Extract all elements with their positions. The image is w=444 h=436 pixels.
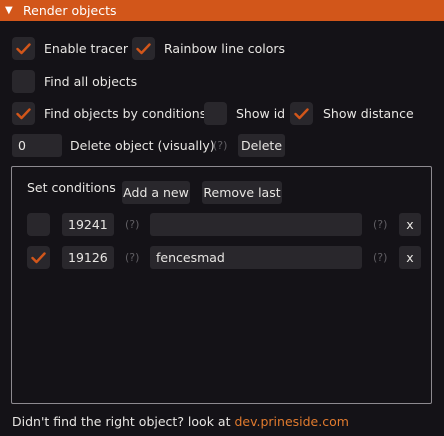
find-all-objects-label: Find all objects xyxy=(44,74,138,89)
show-distance-checkbox[interactable] xyxy=(290,102,313,125)
delete-object-id-input[interactable]: 0 xyxy=(12,134,62,157)
checkmark-icon xyxy=(136,42,151,54)
condition-1-name-input[interactable] xyxy=(150,213,362,236)
condition-2-id-help[interactable]: (?) xyxy=(125,246,139,269)
checkmark-icon xyxy=(31,251,46,263)
footer-hint: Didn't find the right object? look at de… xyxy=(12,414,349,429)
condition-1-remove-button[interactable]: x xyxy=(399,213,421,236)
rainbow-line-colors-checkbox[interactable] xyxy=(132,37,155,60)
condition-2-checkbox[interactable] xyxy=(27,246,50,269)
collapsing-header[interactable]: ▼ Render objects xyxy=(0,0,444,21)
footer-text: Didn't find the right object? look at xyxy=(12,414,235,429)
header-title: Render objects xyxy=(23,3,117,18)
checkmark-icon xyxy=(16,107,31,119)
footer-link[interactable]: dev.prineside.com xyxy=(234,414,348,429)
find-by-conditions-checkbox[interactable] xyxy=(12,102,35,125)
show-id-label: Show id xyxy=(236,106,286,121)
delete-help-marker[interactable]: (?) xyxy=(213,134,227,157)
enable-tracer-checkbox[interactable] xyxy=(12,37,35,60)
set-conditions-title: Set conditions xyxy=(27,180,116,195)
checkmark-icon xyxy=(16,42,31,54)
find-all-objects-checkbox[interactable] xyxy=(12,70,35,93)
add-condition-button[interactable]: Add a new xyxy=(122,181,190,204)
condition-1-checkbox[interactable] xyxy=(27,213,50,236)
show-distance-label: Show distance xyxy=(323,106,414,121)
remove-last-condition-button[interactable]: Remove last xyxy=(202,181,282,204)
condition-2-name-input[interactable]: fencesmad xyxy=(150,246,362,269)
condition-1-name-help[interactable]: (?) xyxy=(373,213,387,236)
condition-1-id-input[interactable]: 19241 xyxy=(62,213,114,236)
condition-2-remove-button[interactable]: x xyxy=(399,246,421,269)
condition-2-id-input[interactable]: 19126 xyxy=(62,246,114,269)
show-id-checkbox[interactable] xyxy=(204,102,227,125)
rainbow-line-colors-label: Rainbow line colors xyxy=(164,41,286,56)
triangle-down-icon: ▼ xyxy=(5,5,13,16)
condition-2-name-help[interactable]: (?) xyxy=(373,246,387,269)
delete-button[interactable]: Delete xyxy=(238,134,285,157)
checkmark-icon xyxy=(294,107,309,119)
delete-object-label: Delete object (visually) xyxy=(70,138,215,153)
find-by-conditions-label: Find objects by conditions xyxy=(44,106,207,121)
condition-1-id-help[interactable]: (?) xyxy=(125,213,139,236)
enable-tracer-label: Enable tracer xyxy=(44,41,128,56)
